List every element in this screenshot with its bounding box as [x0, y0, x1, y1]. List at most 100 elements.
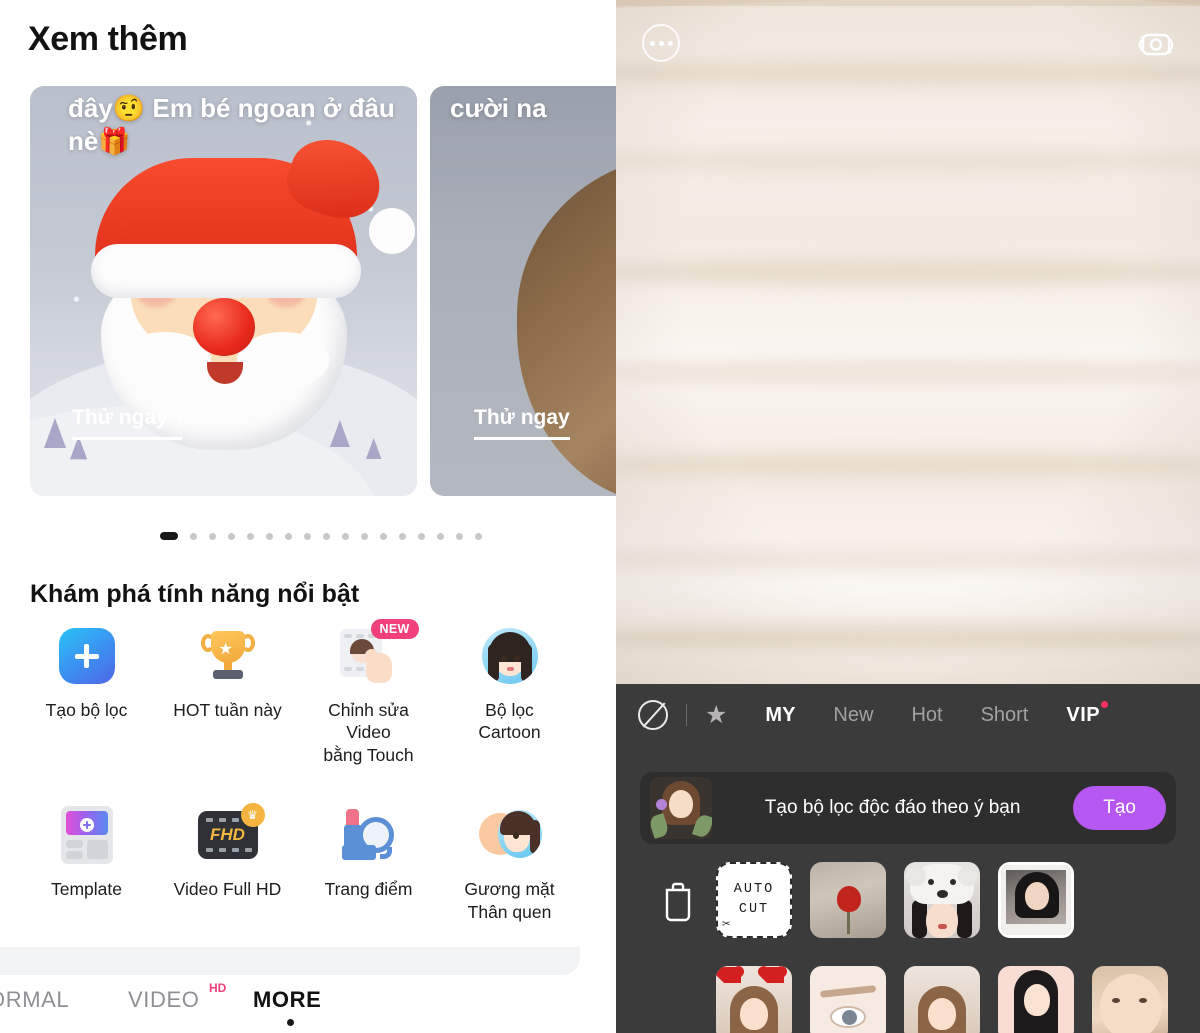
create-filter-banner[interactable]: Tạo bộ lọc độc đáo theo ý bạn Tạo — [640, 772, 1176, 844]
tab-short[interactable]: Short — [981, 704, 1029, 727]
carousel-dot[interactable] — [323, 532, 330, 540]
effects-row-2 — [616, 966, 1200, 1033]
tab-vip[interactable]: VIP — [1066, 700, 1109, 727]
camera-flip-icon[interactable] — [1134, 22, 1178, 66]
feature-label: Video Full HD — [173, 879, 282, 900]
carousel-dot[interactable] — [285, 532, 292, 540]
dog-hat-effect[interactable] — [904, 862, 980, 938]
mode-tabbar: ORMAL VIDEO HD MORE — [0, 975, 616, 1033]
trash-icon[interactable] — [658, 878, 698, 922]
divider — [686, 704, 687, 726]
try-now-button[interactable]: Thử ngay — [474, 406, 570, 440]
carousel-dot[interactable] — [437, 532, 444, 540]
feature-label: Trang điểm — [324, 879, 413, 900]
carousel-dot[interactable] — [361, 532, 368, 540]
feature-bo-loc-cartoon[interactable]: Bộ lọc Cartoon — [439, 625, 580, 766]
app-screen: Xem thêm đây🤨 Em bé ngoan ở đâu nè🎁 Thử … — [0, 0, 1200, 1033]
feature-video-full-hd[interactable]: FHD ♛ Video Full HD — [157, 803, 298, 923]
banner-text: Tạo bộ lọc độc đáo theo ý bạn — [764, 797, 1021, 818]
page-title: Xem thêm — [28, 20, 188, 58]
create-filter-icon — [56, 625, 118, 687]
carousel-dot[interactable] — [380, 532, 387, 540]
promo-card-hair[interactable]: cười na Thử ngay — [430, 86, 616, 496]
feature-row-2: Template FHD ♛ Video Full HD Trang điểm … — [16, 803, 580, 923]
carousel-dot[interactable] — [456, 532, 463, 540]
promo-card-santa[interactable]: đây🤨 Em bé ngoan ở đâu nè🎁 Thử ngay › — [30, 86, 417, 496]
feature-label: Gương mặt Thân quen — [464, 879, 555, 922]
tab-video[interactable]: VIDEO — [128, 987, 199, 1013]
portrait-polaroid-effect[interactable] — [998, 862, 1074, 938]
tab-my[interactable]: MY — [765, 704, 795, 727]
chevron-right-icon: › — [176, 408, 183, 427]
hd-superscript-badge: HD — [209, 981, 227, 995]
card-caption: đây🤨 Em bé ngoan ở đâu nè🎁 — [68, 93, 395, 157]
more-options-icon[interactable] — [642, 24, 680, 62]
touch-edit-icon: NEW — [338, 619, 419, 687]
sheet-divider — [0, 947, 580, 975]
carousel-dot[interactable] — [247, 532, 254, 540]
carousel-pagination[interactable] — [0, 532, 616, 540]
rose-effect[interactable] — [810, 862, 886, 938]
active-tab-indicator — [287, 1019, 294, 1026]
feature-label: Template — [50, 879, 122, 900]
feature-hot-tuan-nay[interactable]: ★ HOT tuần này — [157, 625, 298, 766]
feature-label: Bộ lọc Cartoon — [478, 700, 541, 743]
new-badge: NEW — [370, 619, 419, 639]
carousel-dot[interactable] — [228, 532, 235, 540]
hair-illustration — [517, 154, 616, 496]
carousel-dot[interactable] — [160, 532, 178, 540]
carousel-dot[interactable] — [475, 532, 482, 540]
carousel-dot[interactable] — [418, 532, 425, 540]
try-now-label: Thử ngay — [474, 406, 570, 429]
eye-makeup-effect[interactable] — [810, 966, 886, 1033]
feature-label: Tạo bộ lọc — [45, 700, 128, 720]
carousel-dot[interactable] — [266, 532, 273, 540]
heart-hairclip-effect[interactable] — [716, 966, 792, 1033]
tab-vip-label: VIP — [1066, 703, 1101, 726]
feature-tao-bo-loc[interactable]: Tạo bộ lọc — [16, 625, 157, 766]
carousel-dot[interactable] — [342, 532, 349, 540]
tab-hot[interactable]: Hot — [911, 704, 942, 727]
feature-label: HOT tuần này — [173, 700, 282, 720]
auto-cut-effect[interactable]: AUTO CUT ✂ — [716, 862, 792, 938]
promo-carousel[interactable]: đây🤨 Em bé ngoan ở đâu nè🎁 Thử ngay › cư — [0, 86, 616, 498]
fhd-icon: FHD ♛ — [197, 803, 265, 866]
feature-template[interactable]: Template — [16, 804, 157, 923]
camera-preview[interactable] — [616, 0, 1200, 684]
more-features-panel: Xem thêm đây🤨 Em bé ngoan ở đâu nè🎁 Thử … — [0, 0, 616, 1033]
template-icon — [56, 804, 118, 866]
scissors-icon: ✂ — [722, 916, 733, 933]
makeup-icon — [338, 804, 400, 866]
feature-label: Chỉnh sửa Video bằng Touch — [323, 700, 414, 765]
feature-trang-diem[interactable]: Trang điểm — [298, 804, 439, 923]
try-now-label: Thử ngay — [72, 406, 168, 429]
create-button[interactable]: Tạo — [1073, 786, 1166, 830]
auto-cut-line1: AUTO — [733, 882, 775, 898]
familiar-face-icon — [478, 804, 542, 866]
auto-cut-line2: CUT — [738, 902, 770, 917]
star-icon[interactable]: ★ — [705, 700, 727, 730]
feature-chinh-sua-video-bang-touch[interactable]: NEW Chỉnh sửa Video bằng Touch — [298, 619, 439, 766]
hair-effect[interactable] — [904, 966, 980, 1033]
tab-normal[interactable]: ORMAL — [0, 987, 69, 1013]
carousel-track[interactable]: đây🤨 Em bé ngoan ở đâu nè🎁 Thử ngay › cư — [30, 86, 616, 496]
effects-drawer: ★ MY New Hot Short VIP Tạo bộ lọc độc đá… — [616, 684, 1200, 1033]
glitter-effect[interactable] — [1092, 966, 1168, 1033]
no-effect-icon[interactable] — [638, 700, 668, 730]
effect-tab-row: ★ MY New Hot Short VIP — [616, 684, 1200, 746]
fhd-label: FHD — [210, 825, 245, 845]
cartoon-avatar-icon — [479, 625, 541, 687]
feature-guong-mat-than-quen[interactable]: Gương mặt Thân quen — [439, 804, 580, 923]
camera-panel: ★ MY New Hot Short VIP Tạo bộ lọc độc đá… — [616, 0, 1200, 1033]
effects-row-1: AUTO CUT ✂ — [616, 862, 1200, 938]
carousel-dot[interactable] — [209, 532, 216, 540]
promo-girl-thumbnail — [650, 777, 712, 839]
tab-new[interactable]: New — [833, 704, 873, 727]
carousel-dot[interactable] — [399, 532, 406, 540]
try-now-button[interactable]: Thử ngay › — [72, 406, 183, 440]
section-title: Khám phá tính năng nổi bật — [30, 580, 360, 608]
peach-portrait-effect[interactable] — [998, 966, 1074, 1033]
carousel-dot[interactable] — [190, 532, 197, 540]
tab-more[interactable]: MORE — [253, 987, 321, 1013]
carousel-dot[interactable] — [304, 532, 311, 540]
